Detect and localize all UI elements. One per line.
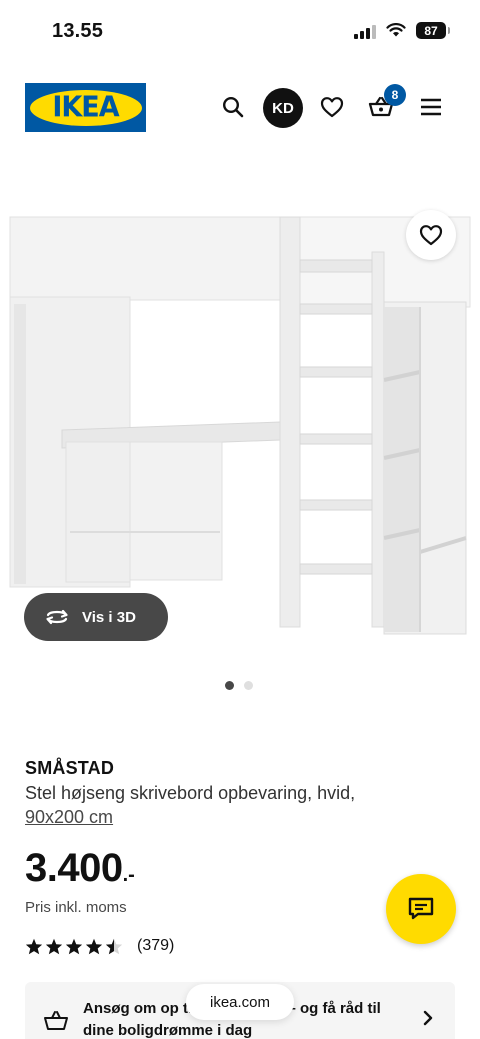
price-suffix: .- <box>122 864 135 886</box>
status-time: 13.55 <box>52 20 104 42</box>
wifi-icon <box>386 23 406 37</box>
rating-count: (379) <box>137 937 175 954</box>
search-icon <box>222 96 244 118</box>
carousel-dot-2[interactable] <box>244 681 253 690</box>
star-icon <box>85 938 103 954</box>
search-button[interactable] <box>213 87 253 127</box>
view-in-3d-label: Vis i 3D <box>82 608 136 626</box>
favourites-button[interactable] <box>312 87 352 127</box>
hamburger-menu-icon <box>421 98 441 116</box>
ikea-logo[interactable]: IKEA <box>25 83 146 132</box>
save-favourite-button[interactable] <box>406 210 456 260</box>
logo-text: IKEA <box>52 91 119 124</box>
product-size-link[interactable]: 90x200 cm <box>25 807 113 828</box>
carousel-dot-1[interactable] <box>225 681 234 690</box>
product-price: 3.400 .- <box>25 846 135 891</box>
status-icons: 87 <box>354 22 450 39</box>
site-header: IKEA KD 8 <box>0 62 480 154</box>
rotate-3d-icon <box>46 609 68 625</box>
price-amount: 3.400 <box>25 846 123 890</box>
heart-icon <box>320 97 344 118</box>
image-carousel-dots <box>225 681 253 690</box>
product-rating[interactable]: (379) <box>25 937 174 955</box>
logo-oval: IKEA <box>29 89 142 126</box>
price-note: Pris inkl. moms <box>25 899 127 916</box>
credit-basket-icon <box>44 1011 68 1030</box>
half-star-icon <box>105 938 123 954</box>
menu-button[interactable] <box>411 87 451 127</box>
chat-button[interactable] <box>386 874 456 944</box>
star-icon <box>45 938 63 954</box>
account-avatar[interactable]: KD <box>263 88 303 128</box>
cart-count-badge: 8 <box>384 84 406 106</box>
chat-bubble-icon <box>408 897 434 920</box>
status-bar: 13.55 87 <box>0 0 480 62</box>
chevron-right-icon <box>423 1010 433 1026</box>
star-icon <box>25 938 43 954</box>
view-in-3d-button[interactable]: Vis i 3D <box>24 593 168 641</box>
signal-icon <box>354 23 376 39</box>
product-description: Stel højseng skrivebord opbevaring, hvid… <box>25 783 356 803</box>
browser-url-pill[interactable]: ikea.com <box>186 984 294 1020</box>
heart-icon <box>419 225 443 246</box>
product-name: SMÅSTAD <box>25 758 115 778</box>
battery-indicator: 87 <box>416 22 450 39</box>
star-icon <box>65 938 83 954</box>
